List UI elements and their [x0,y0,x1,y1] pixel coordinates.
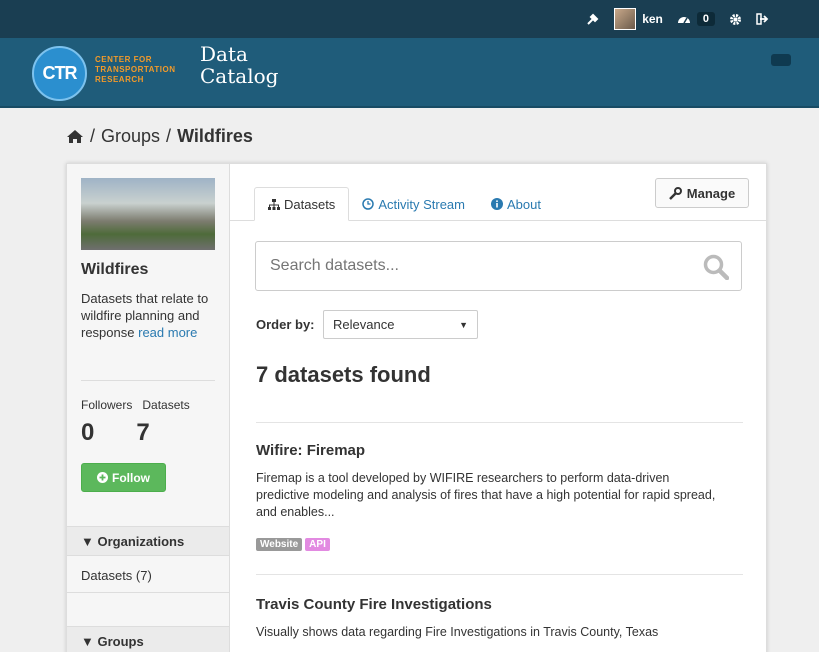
group-stats-labels: Followers Datasets [81,398,190,412]
breadcrumb-sep: / [166,126,172,146]
facet-groups-header: ▼ Groups [67,626,229,652]
user-name: ken [642,12,663,26]
clock-icon [362,198,375,210]
sitemap-icon [268,198,280,210]
gear-icon[interactable] [729,13,742,26]
facet-item-organization[interactable]: Datasets (7) [81,568,152,583]
manage-label: Manage [686,185,736,201]
group-description: Datasets that relate to wildfire plannin… [81,290,215,341]
tab-activity-label: Activity Stream [378,196,465,212]
activity-link[interactable]: 0 [677,12,715,26]
divider [81,380,215,381]
wrench-icon [668,186,682,200]
followers-count: 0 [81,419,95,446]
home-icon[interactable] [66,129,84,144]
read-more-link[interactable]: read more [138,325,197,340]
site-title[interactable]: Data Catalog [200,43,278,87]
facet-organizations-header: ▼ Organizations [67,526,229,556]
datasets-count: 7 [136,419,150,446]
logout-icon[interactable] [756,13,769,25]
dataset-title[interactable]: Wifire: Firemap [256,442,365,459]
follow-button[interactable]: Follow [81,463,166,492]
order-by-select[interactable]: Relevance ▼ [323,310,478,339]
site-title-line: Catalog [200,64,279,88]
org-name-line: CENTER FOR [95,55,152,64]
plus-circle-icon [97,472,108,483]
activity-badge: 0 [696,12,715,26]
dataset-description: Visually shows data regarding Fire Inves… [256,625,659,639]
info-icon [491,198,503,210]
search-input[interactable] [256,242,696,290]
format-tag[interactable]: Website [256,538,303,551]
group-title: Wildfires [81,261,149,278]
account-menu: ken 0 [586,0,769,38]
dataset-description: Firemap is a tool developed by WIFIRE re… [256,471,716,519]
org-name-line: RESEARCH [95,75,144,84]
search-box [255,241,742,291]
filter-icon: ▼ [81,534,94,549]
tab-datasets-label: Datasets [284,196,336,212]
sysadmin-icon[interactable] [586,12,600,26]
breadcrumb-groups[interactable]: Groups [101,126,160,147]
content-tabs: Datasets Activity Stream About [254,182,554,221]
dashboard-icon [677,17,690,24]
breadcrumb: / Groups / Wildfires [66,126,253,147]
group-image[interactable] [81,178,215,250]
dataset-format-tags: Website API [256,538,330,551]
org-name-line: TRANSPORTATION [95,65,176,74]
tab-activity-stream[interactable]: Activity Stream [349,187,478,221]
dataset-title[interactable]: Travis County Fire Investigations [256,596,492,613]
format-tag[interactable]: API [305,538,330,551]
group-stats-values: 0 7 [81,419,150,447]
tab-datasets[interactable]: Datasets [254,187,350,221]
org-name: CENTER FOR TRANSPORTATION RESEARCH [95,55,175,85]
datasets-label: Datasets [142,398,190,412]
account-bar: ken 0 [0,0,819,38]
followers-label: Followers [81,398,133,412]
divider [67,592,229,593]
user-link[interactable]: ken [614,8,663,30]
masthead: CTR CENTER FOR TRANSPORTATION RESEARCH D… [0,38,819,108]
nav-toggle-button[interactable] [771,54,791,66]
results-count: 7 datasets found [256,362,431,387]
breadcrumb-current: Wildfires [177,126,253,146]
facet-organizations-label: Organizations [97,534,185,549]
facet-groups-label: Groups [97,634,144,649]
order-by-label: Order by: [256,317,315,332]
search-icon[interactable] [703,254,729,280]
group-card: Wildfires Datasets that relate to wildfi… [66,163,767,652]
divider [256,574,743,575]
avatar [614,8,637,30]
tab-about[interactable]: About [478,187,554,221]
filter-icon: ▼ [81,634,94,649]
site-title-line: Data [200,42,248,66]
divider [256,422,743,423]
manage-button[interactable]: Manage [655,178,749,208]
tab-about-label: About [507,196,541,212]
breadcrumb-sep: / [90,126,96,146]
sidebar: Wildfires Datasets that relate to wildfi… [67,164,230,652]
site-logo[interactable]: CTR [32,46,87,101]
chevron-down-icon: ▼ [459,319,468,330]
order-by-value: Relevance [333,317,395,332]
follow-label: Follow [112,470,150,485]
logo-abbr: CTR [42,63,78,83]
